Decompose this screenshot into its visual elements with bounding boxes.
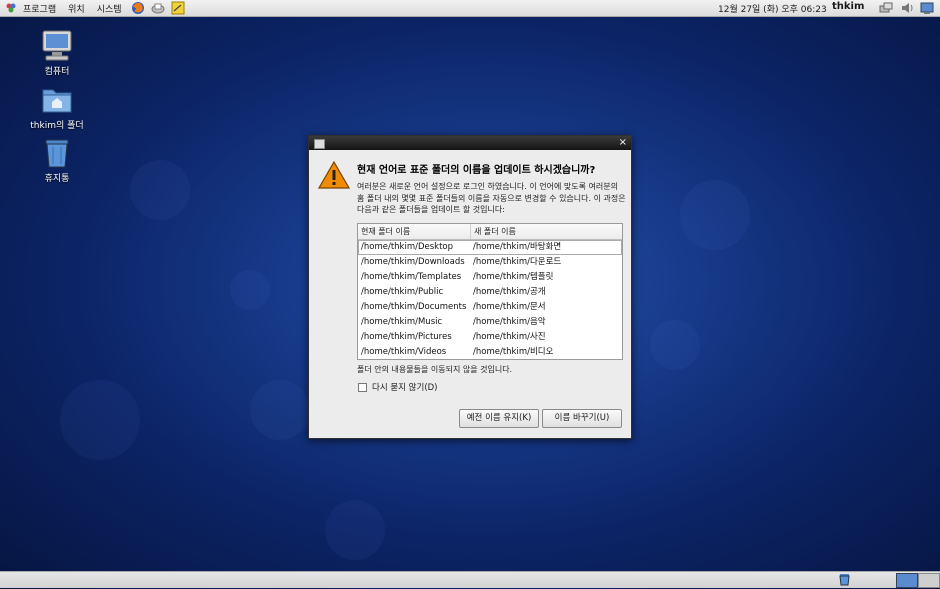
trash-applet-icon[interactable] (838, 573, 851, 586)
new-name-cell: /home/thkim/음악 (473, 317, 546, 327)
contents-not-moved-note: 폴더 안의 내용물들을 이동되지 않을 것입니다. (357, 365, 513, 374)
wallpaper-bokeh (325, 500, 385, 560)
wallpaper-bokeh (230, 270, 270, 310)
desktop-icon-home[interactable]: thkim의 폴더 (17, 84, 97, 131)
table-row[interactable]: /home/thkim/Videos /home/thkim/비디오 (358, 345, 622, 360)
current-name-cell: /home/thkim/Music (361, 317, 443, 327)
desktop-icon-label: 컴퓨터 (44, 67, 70, 77)
network-icon[interactable] (879, 1, 893, 15)
new-name-cell: /home/thkim/템플릿 (473, 272, 554, 282)
home-folder-icon (40, 84, 74, 116)
firefox-icon[interactable] (131, 1, 145, 15)
table-header: 현재 폴더 이름 새 폴더 이름 (358, 224, 622, 240)
new-name-cell: /home/thkim/사진 (473, 332, 546, 342)
table-row[interactable]: /home/thkim/Templates /home/thkim/템플릿 (358, 270, 622, 285)
current-name-cell: /home/thkim/Public (361, 287, 444, 297)
current-name-cell: /home/thkim/Videos (361, 347, 447, 357)
table-row[interactable]: /home/thkim/Documents /home/thkim/문서 (358, 300, 622, 315)
current-name-cell: /home/thkim/Templates (361, 272, 462, 282)
desktop-icon-trash[interactable]: 휴지통 (17, 137, 97, 184)
applications-menu[interactable]: 프로그램 (20, 2, 59, 15)
volume-icon[interactable] (900, 1, 914, 15)
table-row[interactable]: /home/thkim/Public /home/thkim/공개 (358, 285, 622, 300)
desktop-icon-computer[interactable]: 컴퓨터 (17, 30, 97, 77)
workspace-1[interactable] (896, 573, 918, 588)
table-row[interactable]: /home/thkim/Desktop /home/thkim/바탕화면 (358, 240, 622, 255)
dialog-titlebar[interactable]: × (309, 136, 631, 150)
trash-icon (40, 137, 74, 169)
table-row[interactable]: /home/thkim/Pictures /home/thkim/사진 (358, 330, 622, 345)
new-name-cell: /home/thkim/공개 (473, 287, 546, 297)
current-name-cell: /home/thkim/Pictures (361, 332, 452, 342)
new-name-cell: /home/thkim/다운로드 (473, 257, 562, 267)
applications-menu-icon[interactable] (5, 2, 17, 14)
rename-folders-dialog: × 현재 언어로 표준 폴더의 이름을 업데이트 하시겠습니까? 여러분은 새로… (308, 135, 632, 439)
column-header-current[interactable]: 현재 폴더 이름 (358, 224, 471, 239)
computer-icon (40, 30, 74, 62)
top-panel: 프로그램 위치 시스템 12월 27일 (화) 오후 06:23 thkim (0, 0, 940, 17)
bottom-panel (0, 571, 940, 588)
folder-table[interactable]: 현재 폴더 이름 새 폴더 이름 /home/thkim/Desktop /ho… (357, 223, 623, 360)
new-name-cell: /home/thkim/문서 (473, 302, 546, 312)
workspace-2[interactable] (918, 573, 940, 588)
warning-icon (317, 160, 351, 190)
wallpaper-bokeh (250, 380, 310, 440)
column-header-new[interactable]: 새 폴더 이름 (471, 224, 516, 239)
dialog-title: 현재 언어로 표준 폴더의 이름을 업데이트 하시겠습니까? (357, 165, 596, 176)
mail-icon[interactable] (151, 1, 165, 15)
current-name-cell: /home/thkim/Desktop (361, 242, 454, 252)
dont-ask-again-checkbox[interactable]: 다시 묻지 않기(D) (358, 381, 438, 393)
table-row[interactable]: /home/thkim/Music /home/thkim/음악 (358, 315, 622, 330)
desktop-icon-label: 휴지통 (44, 174, 70, 184)
wallpaper-bokeh (60, 380, 140, 460)
rename-button[interactable]: 이름 바꾸기(U) (542, 409, 622, 428)
desktop-icon-label: thkim의 폴더 (30, 121, 84, 131)
new-name-cell: /home/thkim/비디오 (473, 347, 554, 357)
dialog-description: 여러분은 새로운 언어 설정으로 로그인 하였습니다. 이 언어에 맞도록 여러… (357, 182, 626, 214)
current-name-cell: /home/thkim/Downloads (361, 257, 465, 267)
wallpaper-bokeh (680, 180, 750, 250)
keep-old-names-button[interactable]: 예전 이름 유지(K) (459, 409, 539, 428)
places-menu[interactable]: 위치 (65, 2, 88, 15)
window-menu-icon[interactable] (314, 139, 325, 149)
notes-icon[interactable] (171, 1, 185, 15)
table-row[interactable]: /home/thkim/Downloads /home/thkim/다운로드 (358, 255, 622, 270)
wallpaper-bokeh (130, 160, 190, 220)
close-icon[interactable]: × (619, 136, 627, 150)
user-switcher[interactable]: thkim (832, 1, 864, 12)
new-name-cell: /home/thkim/바탕화면 (473, 242, 562, 252)
clock[interactable]: 12월 27일 (화) 오후 06:23 (718, 2, 827, 15)
current-name-cell: /home/thkim/Documents (361, 302, 467, 312)
update-icon[interactable] (920, 1, 934, 15)
checkbox-box[interactable] (358, 382, 367, 392)
wallpaper-bokeh (650, 320, 700, 370)
system-menu[interactable]: 시스템 (94, 2, 125, 15)
checkbox-label: 다시 묻지 않기(D) (372, 383, 438, 393)
